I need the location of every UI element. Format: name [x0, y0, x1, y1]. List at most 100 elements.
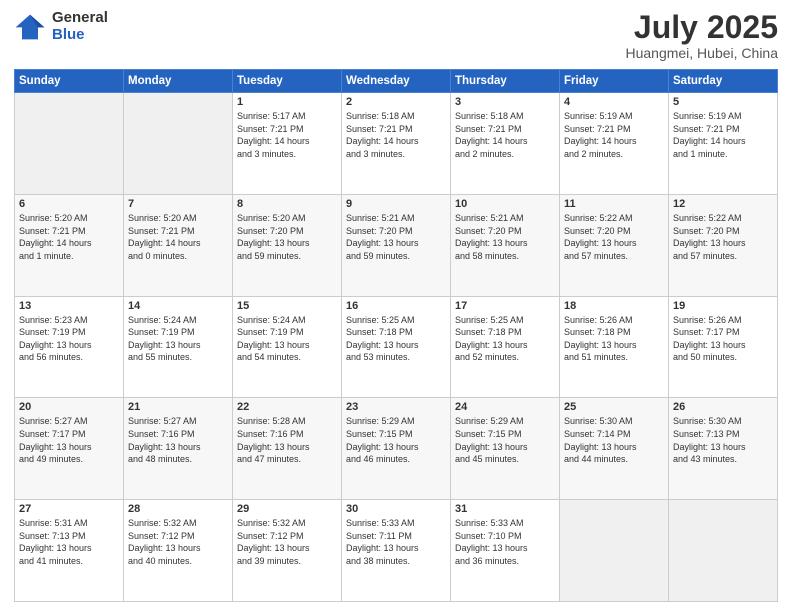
calendar-cell: 29 Sunrise: 5:32 AM Sunset: 7:12 PM Dayli…	[233, 500, 342, 602]
day-info: Sunrise: 5:20 AM Sunset: 7:21 PM Dayligh…	[128, 212, 228, 262]
calendar-cell: 23 Sunrise: 5:29 AM Sunset: 7:15 PM Dayli…	[342, 398, 451, 500]
day-info: Sunrise: 5:33 AM Sunset: 7:10 PM Dayligh…	[455, 517, 555, 567]
logo-general-text: General	[52, 10, 108, 27]
calendar-header-tuesday: Tuesday	[233, 70, 342, 93]
calendar-header-wednesday: Wednesday	[342, 70, 451, 93]
calendar-week-4: 20Sunrise: 5:27 AM Sunset: 7:17 PM Dayli…	[15, 398, 778, 500]
day-info: Sunrise: 5:21 AM Sunset: 7:20 PM Dayligh…	[346, 212, 446, 262]
day-info: Sunrise: 5:32 AM Sunset: 7:12 PM Dayligh…	[128, 517, 228, 567]
day-number: 4	[564, 96, 664, 108]
day-number: 24	[455, 401, 555, 413]
calendar-week-1: 1 Sunrise: 5:17 AM Sunset: 7:21 PM Daylig…	[15, 93, 778, 195]
calendar-cell: 24 Sunrise: 5:29 AM Sunset: 7:15 PM Dayli…	[451, 398, 560, 500]
day-info: Sunrise: 5:30 AM Sunset: 7:13 PM Dayligh…	[673, 415, 773, 465]
month-title: July 2025	[625, 10, 778, 45]
day-number: 22	[237, 401, 337, 413]
calendar-cell: 18 Sunrise: 5:26 AM Sunset: 7:18 PM Dayli…	[560, 296, 669, 398]
day-number: 1	[237, 96, 337, 108]
day-info: Sunrise: 5:26 AM Sunset: 7:17 PM Dayligh…	[673, 314, 773, 364]
day-number: 31	[455, 503, 555, 515]
day-info: Sunrise: 5:20 AM Sunset: 7:21 PM Dayligh…	[19, 212, 119, 262]
calendar-cell: 31 Sunrise: 5:33 AM Sunset: 7:10 PM Dayli…	[451, 500, 560, 602]
calendar-cell: 8 Sunrise: 5:20 AM Sunset: 7:20 PM Daylig…	[233, 194, 342, 296]
day-info: Sunrise: 5:33 AM Sunset: 7:11 PM Dayligh…	[346, 517, 446, 567]
day-info: Sunrise: 5:18 AM Sunset: 7:21 PM Dayligh…	[455, 110, 555, 160]
day-info: Sunrise: 5:29 AM Sunset: 7:15 PM Dayligh…	[346, 415, 446, 465]
calendar-cell	[124, 93, 233, 195]
logo: General Blue	[14, 10, 108, 43]
calendar-cell: 12Sunrise: 5:22 AM Sunset: 7:20 PM Dayli…	[669, 194, 778, 296]
calendar-cell: 11Sunrise: 5:22 AM Sunset: 7:20 PM Dayli…	[560, 194, 669, 296]
day-number: 17	[455, 300, 555, 312]
calendar-cell: 30 Sunrise: 5:33 AM Sunset: 7:11 PM Dayli…	[342, 500, 451, 602]
calendar-cell: 14 Sunrise: 5:24 AM Sunset: 7:19 PM Dayli…	[124, 296, 233, 398]
calendar-cell: 26Sunrise: 5:30 AM Sunset: 7:13 PM Dayli…	[669, 398, 778, 500]
day-number: 23	[346, 401, 446, 413]
day-info: Sunrise: 5:22 AM Sunset: 7:20 PM Dayligh…	[564, 212, 664, 262]
calendar-cell: 9 Sunrise: 5:21 AM Sunset: 7:20 PM Daylig…	[342, 194, 451, 296]
day-info: Sunrise: 5:26 AM Sunset: 7:18 PM Dayligh…	[564, 314, 664, 364]
calendar-cell: 7Sunrise: 5:20 AM Sunset: 7:21 PM Daylig…	[124, 194, 233, 296]
logo-icon	[14, 13, 46, 41]
day-info: Sunrise: 5:19 AM Sunset: 7:21 PM Dayligh…	[673, 110, 773, 160]
calendar-cell: 27 Sunrise: 5:31 AM Sunset: 7:13 PM Dayli…	[15, 500, 124, 602]
day-number: 18	[564, 300, 664, 312]
day-info: Sunrise: 5:30 AM Sunset: 7:14 PM Dayligh…	[564, 415, 664, 465]
day-number: 14	[128, 300, 228, 312]
calendar-header-saturday: Saturday	[669, 70, 778, 93]
header: General Blue July 2025 Huangmei, Hubei, …	[14, 10, 778, 61]
day-info: Sunrise: 5:29 AM Sunset: 7:15 PM Dayligh…	[455, 415, 555, 465]
day-info: Sunrise: 5:28 AM Sunset: 7:16 PM Dayligh…	[237, 415, 337, 465]
calendar-cell: 13 Sunrise: 5:23 AM Sunset: 7:19 PM Dayli…	[15, 296, 124, 398]
day-number: 29	[237, 503, 337, 515]
day-info: Sunrise: 5:32 AM Sunset: 7:12 PM Dayligh…	[237, 517, 337, 567]
calendar-header-monday: Monday	[124, 70, 233, 93]
day-number: 3	[455, 96, 555, 108]
calendar-header-sunday: Sunday	[15, 70, 124, 93]
calendar-header-row: SundayMondayTuesdayWednesdayThursdayFrid…	[15, 70, 778, 93]
calendar-week-2: 6 Sunrise: 5:20 AM Sunset: 7:21 PM Daylig…	[15, 194, 778, 296]
day-info: Sunrise: 5:24 AM Sunset: 7:19 PM Dayligh…	[128, 314, 228, 364]
day-info: Sunrise: 5:25 AM Sunset: 7:18 PM Dayligh…	[455, 314, 555, 364]
calendar-cell: 19 Sunrise: 5:26 AM Sunset: 7:17 PM Dayli…	[669, 296, 778, 398]
day-number: 15	[237, 300, 337, 312]
day-info: Sunrise: 5:17 AM Sunset: 7:21 PM Dayligh…	[237, 110, 337, 160]
day-info: Sunrise: 5:18 AM Sunset: 7:21 PM Dayligh…	[346, 110, 446, 160]
calendar-header-friday: Friday	[560, 70, 669, 93]
calendar-cell	[15, 93, 124, 195]
calendar-week-3: 13 Sunrise: 5:23 AM Sunset: 7:19 PM Dayli…	[15, 296, 778, 398]
logo-blue-text: Blue	[52, 27, 108, 44]
day-number: 25	[564, 401, 664, 413]
day-number: 5	[673, 96, 773, 108]
day-info: Sunrise: 5:23 AM Sunset: 7:19 PM Dayligh…	[19, 314, 119, 364]
calendar-cell: 5 Sunrise: 5:19 AM Sunset: 7:21 PM Daylig…	[669, 93, 778, 195]
day-number: 13	[19, 300, 119, 312]
day-number: 6	[19, 198, 119, 210]
calendar-page: General Blue July 2025 Huangmei, Hubei, …	[0, 0, 792, 612]
day-number: 20	[19, 401, 119, 413]
day-number: 9	[346, 198, 446, 210]
day-number: 27	[19, 503, 119, 515]
day-number: 30	[346, 503, 446, 515]
calendar-cell: 28 Sunrise: 5:32 AM Sunset: 7:12 PM Dayli…	[124, 500, 233, 602]
calendar-cell: 2 Sunrise: 5:18 AM Sunset: 7:21 PM Daylig…	[342, 93, 451, 195]
calendar-week-5: 27 Sunrise: 5:31 AM Sunset: 7:13 PM Dayli…	[15, 500, 778, 602]
day-number: 21	[128, 401, 228, 413]
day-number: 28	[128, 503, 228, 515]
day-info: Sunrise: 5:24 AM Sunset: 7:19 PM Dayligh…	[237, 314, 337, 364]
calendar-cell	[669, 500, 778, 602]
day-number: 19	[673, 300, 773, 312]
calendar-cell: 6 Sunrise: 5:20 AM Sunset: 7:21 PM Daylig…	[15, 194, 124, 296]
location: Huangmei, Hubei, China	[625, 45, 778, 61]
calendar-cell: 20Sunrise: 5:27 AM Sunset: 7:17 PM Dayli…	[15, 398, 124, 500]
day-info: Sunrise: 5:31 AM Sunset: 7:13 PM Dayligh…	[19, 517, 119, 567]
calendar-cell: 21 Sunrise: 5:27 AM Sunset: 7:16 PM Dayli…	[124, 398, 233, 500]
day-number: 2	[346, 96, 446, 108]
title-block: July 2025 Huangmei, Hubei, China	[625, 10, 778, 61]
day-info: Sunrise: 5:20 AM Sunset: 7:20 PM Dayligh…	[237, 212, 337, 262]
logo-text: General Blue	[52, 10, 108, 43]
calendar-cell: 17 Sunrise: 5:25 AM Sunset: 7:18 PM Dayli…	[451, 296, 560, 398]
day-info: Sunrise: 5:27 AM Sunset: 7:16 PM Dayligh…	[128, 415, 228, 465]
day-number: 8	[237, 198, 337, 210]
calendar-cell: 16Sunrise: 5:25 AM Sunset: 7:18 PM Dayli…	[342, 296, 451, 398]
